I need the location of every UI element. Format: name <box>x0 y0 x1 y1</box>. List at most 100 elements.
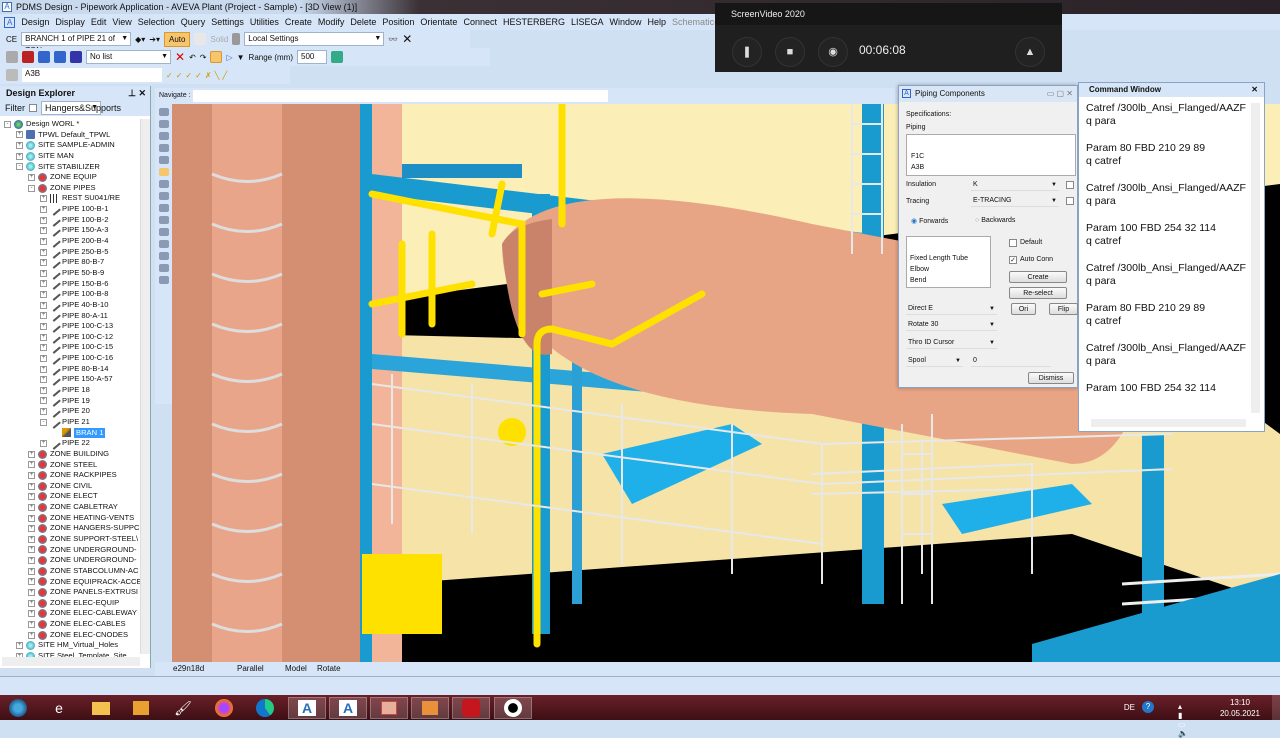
view-toolbar[interactable] <box>155 104 172 404</box>
expand-icon[interactable]: + <box>28 620 35 628</box>
tree-item[interactable]: + PIPE 100-C-15 <box>0 341 140 355</box>
component-item[interactable]: Bend <box>910 275 968 286</box>
menu-selection[interactable]: Selection <box>138 17 175 27</box>
tree-item[interactable]: + ZONE HANGERS-SUPPC <box>0 523 140 534</box>
tree-item[interactable]: + SITE MAN <box>0 151 140 162</box>
tree-item[interactable]: + ZONE EQUIP <box>0 172 140 183</box>
tree-item[interactable]: + PIPE 80-B-14 <box>0 362 140 376</box>
tree-item[interactable]: + ZONE CIVIL <box>0 481 140 492</box>
expand-icon[interactable]: + <box>28 471 35 479</box>
list-combo[interactable]: No list ▼ <box>86 50 171 64</box>
presentation-task[interactable] <box>370 697 408 719</box>
tree-item[interactable]: + ZONE BUILDING <box>0 449 140 460</box>
tree-item[interactable]: + PIPE 150-A-57 <box>0 373 140 387</box>
tree-item[interactable]: + REST SU041/RE <box>0 193 140 204</box>
aveva-task-2[interactable]: A <box>329 697 367 719</box>
redo-icon[interactable]: ↷ <box>200 53 207 62</box>
expand-icon[interactable]: + <box>40 408 47 416</box>
webcam-button[interactable]: ◉ <box>818 37 848 67</box>
tree-item[interactable]: + PIPE 40-B-10 <box>0 298 140 312</box>
tree-item[interactable]: + PIPE 20 <box>0 405 140 418</box>
tree-item[interactable]: + SITE HM_Virtual_Holes <box>0 640 140 651</box>
tree-item[interactable]: + PIPE 100-C-16 <box>0 352 140 365</box>
app-menu-icon[interactable]: A <box>4 16 16 28</box>
expand-icon[interactable]: + <box>40 440 47 448</box>
tree-item[interactable]: - SITE STABILIZER <box>0 162 140 173</box>
expand-icon[interactable]: + <box>40 291 47 299</box>
pause-list-icon[interactable] <box>70 51 82 63</box>
menu-delete[interactable]: Delete <box>350 17 376 27</box>
tree-item[interactable]: + ZONE RACKPIPES <box>0 470 140 481</box>
autoconn-checkbox[interactable]: ✓ <box>1009 256 1017 264</box>
acrobat-task[interactable] <box>452 697 490 719</box>
pipe-tools-icons[interactable]: ✓✓✓✓✗╲╱ <box>166 71 230 80</box>
component-item[interactable]: Elbow <box>910 264 968 275</box>
expand-icon[interactable]: + <box>28 557 35 565</box>
spool-value[interactable]: 0 <box>971 355 1051 367</box>
tree-item[interactable]: + PIPE 100-B-2 <box>0 213 140 227</box>
tree-item[interactable]: + ZONE EQUIPRACK-ACCE <box>0 577 140 588</box>
expand-icon[interactable]: + <box>40 344 47 352</box>
expand-icon[interactable]: + <box>28 461 35 469</box>
nav-forward-icon[interactable]: ➔▾ <box>149 35 160 44</box>
tree-item[interactable]: + PIPE 19 <box>0 394 140 408</box>
expand-icon[interactable]: + <box>16 131 23 139</box>
firefox-icon[interactable] <box>205 697 243 719</box>
screenvideo-task[interactable] <box>494 697 532 719</box>
expand-icon[interactable]: + <box>28 578 35 586</box>
tray-icons[interactable]: ▴ ▮ ▭ 🔈 <box>1178 702 1188 738</box>
spec-item[interactable]: A3B <box>911 162 924 173</box>
tree-item[interactable]: + ZONE UNDERGROUND- <box>0 545 140 556</box>
menu-query[interactable]: Query <box>181 17 206 27</box>
expand-icon[interactable]: + <box>28 450 35 458</box>
flip-button[interactable]: Flip <box>1049 303 1078 315</box>
pointer-icon[interactable] <box>210 51 223 63</box>
menu-utilities[interactable]: Utilities <box>250 17 279 27</box>
play-icon[interactable]: ▷ <box>226 53 232 62</box>
forwards-radio[interactable]: ◉ Forwards <box>911 217 948 225</box>
expand-icon[interactable]: + <box>40 269 47 277</box>
menu-edit[interactable]: Edit <box>91 17 107 27</box>
solid-combo[interactable]: Solid <box>210 35 228 44</box>
undo-icon[interactable]: ↶ <box>189 53 196 62</box>
tree-item[interactable]: + PIPE 80-A-11 <box>0 309 140 323</box>
default-checkbox[interactable] <box>1009 239 1017 247</box>
expand-icon[interactable]: + <box>28 535 35 543</box>
expand-icon[interactable]: + <box>40 227 47 235</box>
menu-help[interactable]: Help <box>648 17 667 27</box>
tree-item[interactable]: + SITE SAMPLE-ADMIN <box>0 140 140 151</box>
collapse-icon[interactable]: - <box>28 184 35 192</box>
expand-icon[interactable]: + <box>40 312 47 320</box>
media-player-icon[interactable] <box>122 697 160 719</box>
pin-close-icons[interactable]: ⊥ ✕ <box>128 86 146 100</box>
rotate-dropdown[interactable]: Rotate 30 ▼ <box>906 319 997 331</box>
expand-icon[interactable]: + <box>40 322 47 330</box>
binoculars-icon[interactable]: 👓 <box>388 35 398 44</box>
expand-icon[interactable]: + <box>28 589 35 596</box>
spec-list[interactable]: F1C A3B <box>906 134 1076 176</box>
menu-display[interactable]: Display <box>55 17 85 27</box>
tree-item[interactable]: + ZONE ELEC-CABLEWAY <box>0 608 140 619</box>
menu-modify[interactable]: Modify <box>318 17 345 27</box>
collapse-icon[interactable]: - <box>4 120 11 128</box>
thro-dropdown[interactable]: Thro ID Cursor ▼ <box>906 337 997 349</box>
expand-icon[interactable]: + <box>40 248 47 256</box>
nav-back-icon[interactable]: ◆▾ <box>135 35 145 44</box>
ce-combo[interactable]: BRANCH 1 of PIPE 21 of ZON▼ <box>21 32 132 55</box>
expand-icon[interactable]: + <box>40 376 47 384</box>
expand-icon[interactable]: + <box>40 237 47 245</box>
spec-icon[interactable] <box>6 69 18 81</box>
tree-item[interactable]: - ZONE PIPES <box>0 183 140 194</box>
expand-icon[interactable]: + <box>16 152 23 160</box>
command-vscrollbar[interactable] <box>1251 103 1260 413</box>
insulation-dropdown[interactable]: K ▼ <box>971 179 1059 191</box>
tree-item[interactable]: + PIPE 100-B-8 <box>0 288 140 301</box>
expand-icon[interactable]: + <box>40 333 47 341</box>
tree-item[interactable]: + ZONE ELEC-CABLES <box>0 619 140 630</box>
clock[interactable]: 13:10 20.05.2021 <box>1220 697 1260 719</box>
pause-button[interactable]: ❚ <box>732 37 762 67</box>
close-x-icon[interactable]: ✕ <box>402 32 412 46</box>
expand-icon[interactable]: + <box>28 493 35 501</box>
menu-connect[interactable]: Connect <box>463 17 497 27</box>
tree-item[interactable]: + ZONE PANELS-EXTRUSI <box>0 587 140 598</box>
